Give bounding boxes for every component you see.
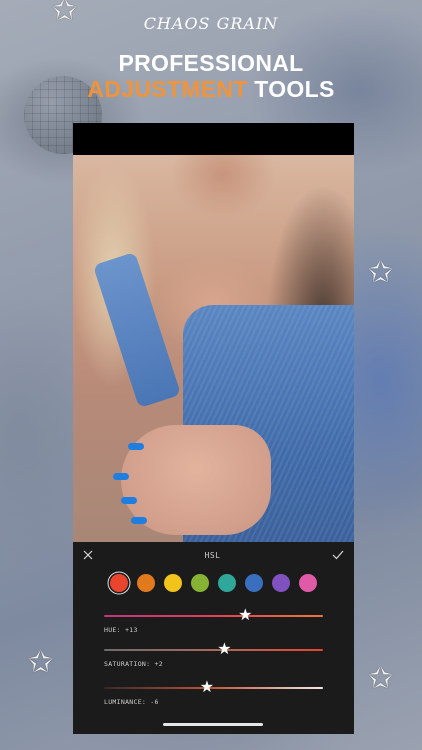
panel-header: HSL [73, 542, 354, 568]
hue-slider-thumb[interactable]: ★ [237, 607, 253, 623]
saturation-slider[interactable]: ★ [104, 641, 323, 657]
color-swatch[interactable] [299, 574, 317, 592]
overall-strap [92, 251, 182, 409]
hue-slider[interactable]: ★ [104, 607, 323, 623]
color-swatch-row [73, 574, 354, 592]
color-swatch[interactable] [272, 574, 290, 592]
color-swatch[interactable] [191, 574, 209, 592]
phone-mockup: HSL ★ HUE: +13 ★ SATURATION: +2 ★ LUMINA… [73, 123, 354, 734]
saturation-slider-thumb[interactable]: ★ [216, 641, 232, 657]
hsl-panel: HSL ★ HUE: +13 ★ SATURATION: +2 ★ LUMINA… [73, 542, 354, 734]
close-icon[interactable] [83, 550, 93, 560]
panel-title: HSL [204, 550, 221, 560]
hue-track [104, 615, 323, 617]
headline-line1: PROFESSIONAL [118, 50, 304, 76]
luminance-label: LUMINANCE: -6 [104, 698, 159, 706]
nail [121, 497, 137, 504]
color-swatch[interactable] [164, 574, 182, 592]
color-swatch[interactable] [137, 574, 155, 592]
brand-logo: CHAOS GRAIN [143, 14, 279, 33]
star-doodle-icon: ✩ [28, 645, 54, 680]
nail [113, 473, 129, 480]
home-indicator [163, 723, 263, 726]
edit-preview-photo [73, 155, 354, 542]
color-swatch[interactable] [245, 574, 263, 592]
nail [131, 517, 147, 524]
star-doodle-icon: ✩ [368, 661, 394, 696]
color-swatch[interactable] [218, 574, 236, 592]
check-icon[interactable] [332, 550, 344, 560]
headline-rest: TOOLS [254, 76, 335, 102]
headline-accent: ADJUSTMENT [87, 76, 248, 102]
star-doodle-icon: ✩ [368, 255, 394, 290]
luminance-slider[interactable]: ★ [104, 679, 323, 695]
headline: PROFESSIONAL ADJUSTMENT TOOLS [0, 50, 422, 102]
color-swatch[interactable] [110, 574, 128, 592]
nail [128, 443, 144, 450]
saturation-label: SATURATION: +2 [104, 660, 163, 668]
hue-label: HUE: +13 [104, 626, 138, 634]
saturation-track [104, 649, 323, 651]
luminance-slider-thumb[interactable]: ★ [199, 679, 215, 695]
status-area [73, 123, 354, 155]
